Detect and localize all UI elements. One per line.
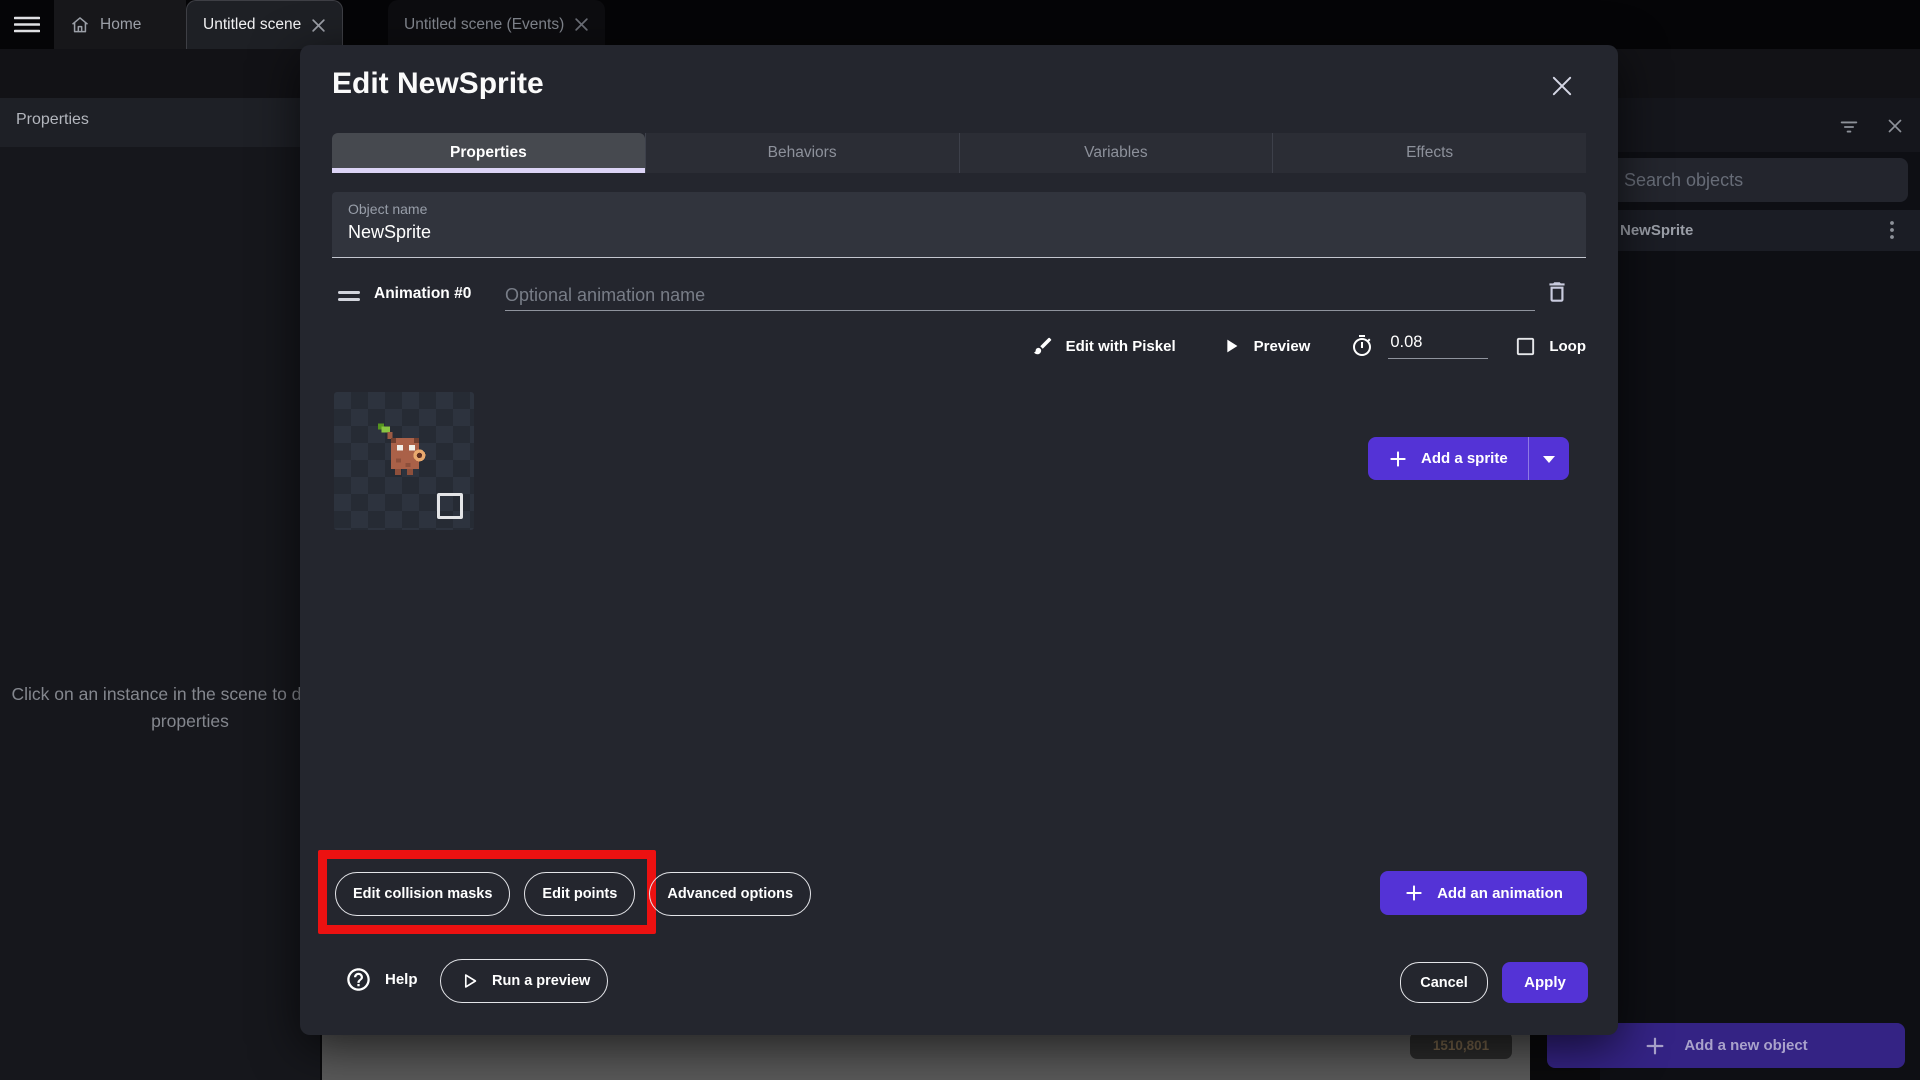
- tab-variables[interactable]: Variables: [958, 133, 1273, 173]
- play-icon: [1220, 335, 1242, 357]
- object-name-input[interactable]: [348, 222, 1548, 243]
- preview-button[interactable]: Preview: [1254, 338, 1311, 355]
- search-objects-box: [1608, 158, 1908, 202]
- tab-untitled-scene-events[interactable]: Untitled scene (Events): [388, 0, 606, 49]
- drag-handle-icon[interactable]: [338, 291, 360, 294]
- help-icon: [345, 966, 372, 993]
- time-between-frames-input[interactable]: [1388, 333, 1489, 359]
- animation-name-input[interactable]: [505, 281, 1535, 311]
- timer-icon: [1350, 334, 1374, 358]
- plus-icon: [1404, 883, 1424, 903]
- help-label: Help: [385, 971, 418, 988]
- tab-label: Home: [100, 15, 142, 33]
- play-outline-icon: [458, 970, 480, 992]
- drag-handle-icon[interactable]: [338, 298, 360, 301]
- brush-icon: [1032, 335, 1054, 357]
- loop-checkbox[interactable]: [1514, 335, 1537, 358]
- panel-title: Properties: [16, 111, 89, 128]
- gdevelop-app: Home Untitled scene Untitled scene (Even…: [0, 0, 1920, 1080]
- search-objects-input[interactable]: [1608, 158, 1908, 202]
- properties-panel: Properties Click on an instance in the s…: [0, 98, 369, 1080]
- caret-down-icon[interactable]: [1529, 437, 1569, 480]
- loop-label: Loop: [1549, 337, 1586, 355]
- cancel-button[interactable]: Cancel: [1400, 962, 1488, 1003]
- tab-behaviors[interactable]: Behaviors: [644, 133, 959, 173]
- kebab-menu-icon[interactable]: [1882, 219, 1902, 241]
- pixel-sprite: [378, 423, 426, 476]
- run-a-preview-label: Run a preview: [492, 973, 591, 989]
- scene-canvas-edge: [322, 1035, 1530, 1080]
- animation-label: Animation #0: [374, 285, 472, 302]
- add-a-sprite-button[interactable]: Add a sprite: [1368, 437, 1569, 480]
- sprite-options-row: Edit collision masks Edit points Advance…: [335, 872, 812, 916]
- edit-collision-masks-button[interactable]: Edit collision masks: [335, 872, 511, 916]
- add-a-sprite-label: Add a sprite: [1421, 450, 1508, 467]
- dialog-tabs: Properties Behaviors Variables Effects: [332, 133, 1586, 173]
- object-name: NewSprite: [1620, 222, 1694, 239]
- dialog-close-icon[interactable]: [1548, 72, 1576, 100]
- edit-with-piskel-button[interactable]: Edit with Piskel: [1066, 338, 1176, 355]
- add-an-animation-label: Add an animation: [1437, 884, 1563, 902]
- coordinates-value: 1510,801: [1432, 1038, 1490, 1053]
- close-panel-icon[interactable]: [1884, 115, 1906, 137]
- home-icon: [70, 15, 90, 35]
- tab-untitled-scene[interactable]: Untitled scene: [186, 0, 344, 49]
- top-tab-bar: Home Untitled scene Untitled scene (Even…: [0, 0, 1920, 49]
- run-a-preview-button[interactable]: Run a preview: [440, 959, 609, 1003]
- edit-points-button[interactable]: Edit points: [524, 872, 636, 916]
- tab-close-icon[interactable]: [574, 17, 589, 32]
- cursor-coordinates-badge: 1510,801: [1410, 1032, 1512, 1059]
- tab-label: Untitled scene: [203, 16, 302, 33]
- plus-icon: [1644, 1035, 1666, 1057]
- dialog-title: Edit NewSprite: [332, 67, 544, 100]
- properties-panel-header: Properties: [0, 98, 320, 147]
- filter-icon[interactable]: [1838, 116, 1860, 138]
- plus-icon: [1388, 449, 1408, 469]
- sprite-select-checkbox[interactable]: [437, 493, 463, 519]
- tab-home[interactable]: Home: [54, 0, 186, 49]
- tab-properties[interactable]: Properties: [332, 133, 645, 173]
- object-name-field: Object name: [332, 192, 1586, 258]
- help-button[interactable]: Help: [345, 966, 418, 993]
- delete-animation-icon[interactable]: [1544, 279, 1570, 305]
- apply-button[interactable]: Apply: [1502, 962, 1588, 1003]
- objects-panel-header: [1600, 98, 1920, 152]
- add-an-animation-button[interactable]: Add an animation: [1380, 871, 1587, 915]
- object-list-item[interactable]: NewSprite: [1600, 210, 1920, 251]
- tab-label: Untitled scene (Events): [404, 15, 565, 33]
- objects-panel: NewSprite: [1600, 98, 1920, 1080]
- hamburger-menu-icon[interactable]: [14, 16, 40, 33]
- sprite-thumbnail[interactable]: [334, 392, 474, 530]
- advanced-options-button[interactable]: Advanced options: [649, 872, 812, 916]
- tab-close-icon[interactable]: [311, 18, 326, 33]
- object-name-label: Object name: [348, 201, 428, 217]
- add-new-object-label: Add a new object: [1684, 1037, 1808, 1054]
- animation-tools-row: Edit with Piskel Preview Loop: [1032, 328, 1586, 364]
- tab-effects[interactable]: Effects: [1272, 133, 1586, 173]
- edit-sprite-dialog: Edit NewSprite Properties Behaviors Vari…: [300, 45, 1618, 1035]
